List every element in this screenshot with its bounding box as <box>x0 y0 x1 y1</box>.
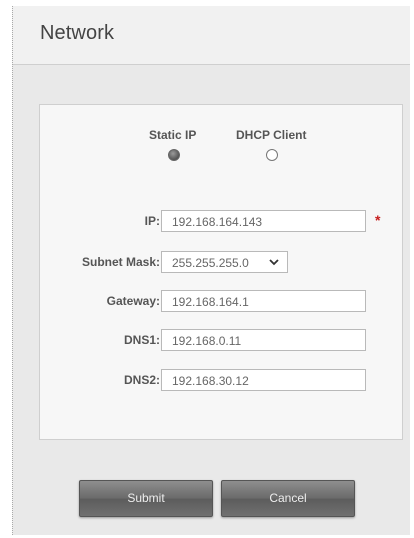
gateway-input[interactable]: 192.168.164.1 <box>161 290 366 312</box>
dhcp-client-radio[interactable] <box>266 149 278 161</box>
dns1-input[interactable]: 192.168.0.11 <box>161 329 366 351</box>
ip-label: IP: <box>144 214 160 228</box>
chevron-down-icon <box>269 259 279 266</box>
dialog-header: Network <box>13 6 410 65</box>
network-dialog: Network Static IP DHCP Client IP: 192.16… <box>12 6 410 535</box>
dhcp-client-label: DHCP Client <box>236 128 307 142</box>
static-ip-label: Static IP <box>149 128 197 142</box>
subnet-mask-select[interactable]: 255.255.255.0 <box>161 251 288 273</box>
subnet-mask-label: Subnet Mask: <box>81 255 160 269</box>
ip-input[interactable]: 192.168.164.143 <box>161 210 366 232</box>
submit-button[interactable]: Submit <box>79 480 213 517</box>
static-ip-radio[interactable] <box>168 149 180 161</box>
gateway-label: Gateway: <box>106 294 160 308</box>
required-indicator: * <box>375 212 381 228</box>
dns1-label: DNS1: <box>123 333 160 347</box>
dns2-input[interactable]: 192.168.30.12 <box>161 369 366 391</box>
dns2-label: DNS2: <box>123 373 160 387</box>
cancel-button[interactable]: Cancel <box>221 480 355 517</box>
page-title: Network <box>40 22 115 44</box>
subnet-mask-value: 255.255.255.0 <box>172 256 249 270</box>
